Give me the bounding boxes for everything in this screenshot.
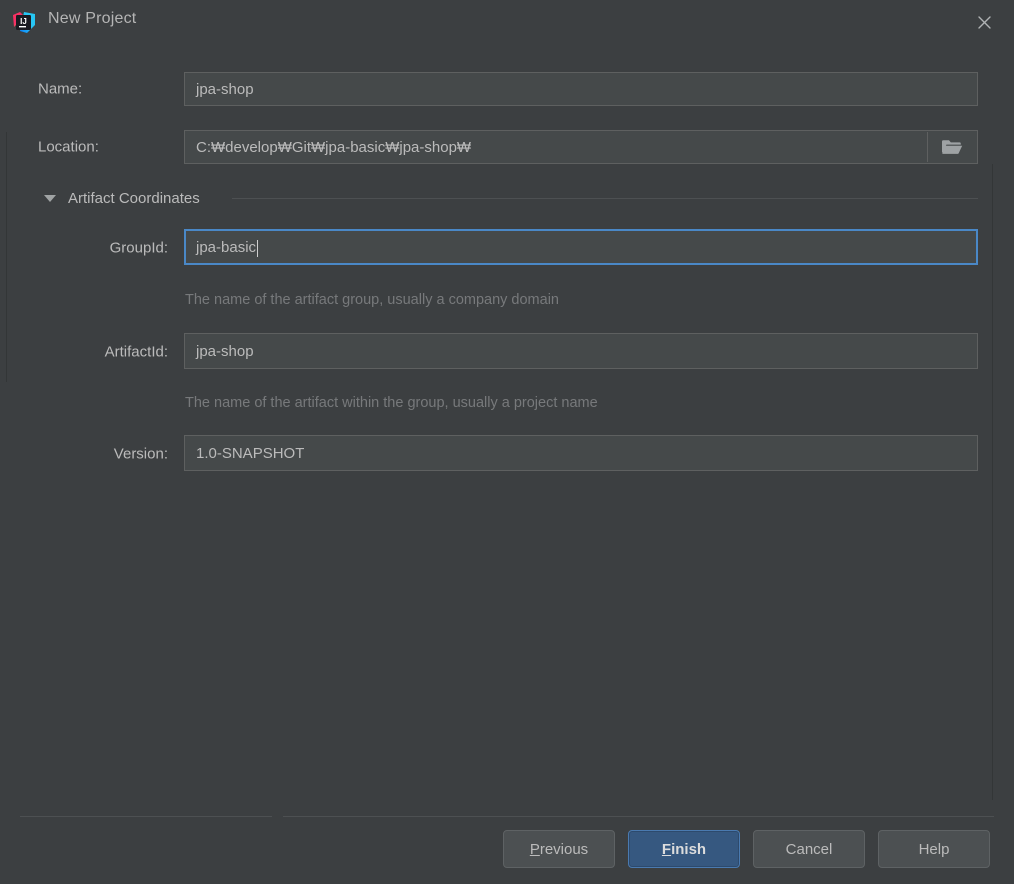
name-label: Name: xyxy=(38,80,83,98)
name-row: Name: jpa-shop xyxy=(0,70,1014,108)
group-id-input-value: jpa-basic xyxy=(196,238,257,256)
location-label: Location: xyxy=(38,138,99,156)
folder-icon[interactable] xyxy=(927,132,976,162)
help-button-label: Help xyxy=(918,840,950,858)
artifact-id-input-value: jpa-shop xyxy=(196,342,254,360)
location-row: Location: C:₩develop₩Git₩jpa-basic₩jpa-s… xyxy=(0,128,1014,166)
section-divider xyxy=(232,197,978,199)
intellij-idea-icon: IJ xyxy=(12,11,36,35)
group-id-label: GroupId: xyxy=(109,239,168,257)
name-input[interactable]: jpa-shop xyxy=(184,72,978,106)
artifact-coordinates-section-header[interactable]: Artifact Coordinates xyxy=(0,186,1014,210)
finish-button-label: inish xyxy=(671,840,707,858)
finish-button[interactable]: Finish xyxy=(628,830,740,868)
dialog-body: Name: jpa-shop Location: C:₩develop₩Git₩… xyxy=(0,46,1014,806)
dialog-footer: Previous Finish Cancel Help xyxy=(0,806,1014,884)
location-input[interactable]: C:₩develop₩Git₩jpa-basic₩jpa-shop₩ xyxy=(184,130,978,164)
help-button[interactable]: Help xyxy=(878,830,990,868)
group-id-row: GroupId: jpa-basic xyxy=(0,229,1014,267)
previous-button-label: revious xyxy=(539,840,589,858)
footer-divider-left xyxy=(20,816,272,817)
version-label: Version: xyxy=(113,445,168,463)
artifact-id-label: ArtifactId: xyxy=(104,343,168,361)
close-icon[interactable] xyxy=(962,4,1006,40)
artifact-coordinates-title: Artifact Coordinates xyxy=(68,189,200,207)
artifact-id-row: ArtifactId: jpa-shop xyxy=(0,333,1014,371)
footer-button-bar: Previous Finish Cancel Help xyxy=(503,830,990,868)
svg-text:IJ: IJ xyxy=(20,17,27,26)
artifact-id-hint: The name of the artifact within the grou… xyxy=(185,395,598,411)
version-row: Version: 1.0-SNAPSHOT xyxy=(0,435,1014,473)
cancel-button-label: Cancel xyxy=(785,840,833,858)
text-caret xyxy=(257,239,259,257)
version-input[interactable]: 1.0-SNAPSHOT xyxy=(184,435,978,471)
footer-divider-right xyxy=(283,816,994,817)
triangle-down-icon[interactable] xyxy=(44,194,56,202)
artifact-id-input[interactable]: jpa-shop xyxy=(184,333,978,369)
previous-button-mnemonic: P xyxy=(529,840,540,858)
previous-button[interactable]: Previous xyxy=(503,830,615,868)
group-id-input[interactable]: jpa-basic xyxy=(184,229,978,265)
group-id-hint: The name of the artifact group, usually … xyxy=(185,292,559,308)
dialog-title: New Project xyxy=(48,10,137,27)
dialog-titlebar: IJ New Project xyxy=(0,0,1014,46)
finish-button-mnemonic: F xyxy=(661,840,672,858)
cancel-button[interactable]: Cancel xyxy=(753,830,865,868)
name-input-value: jpa-shop xyxy=(196,80,254,98)
version-input-value: 1.0-SNAPSHOT xyxy=(196,444,305,462)
location-input-value: C:₩develop₩Git₩jpa-basic₩jpa-shop₩ xyxy=(196,138,472,156)
